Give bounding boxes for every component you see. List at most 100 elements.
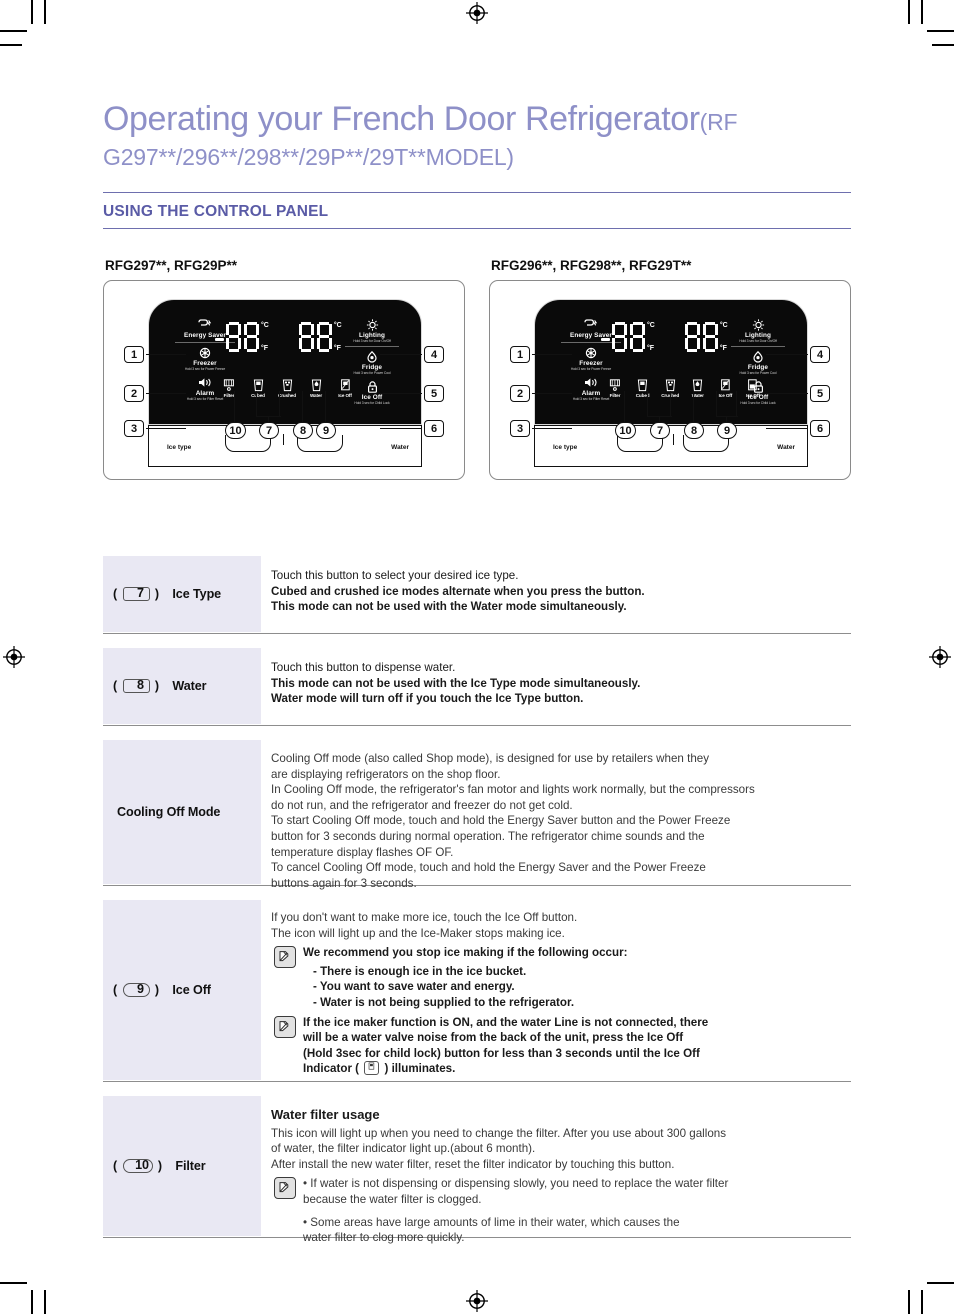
indicator-ice-off-2b: Ice Off xyxy=(741,378,765,399)
row-label-filter: ( 10 ) Filter xyxy=(103,1096,261,1236)
page-title-line1: Operating your French Door Refrigerator(… xyxy=(103,100,863,141)
row-body-water: Touch this button to dispense water. Thi… xyxy=(261,648,851,717)
note-block-2: If the ice maker function is ON, and the… xyxy=(271,1015,847,1077)
row-line-regular: Touch this xyxy=(271,569,327,582)
note-line: Indicator ( ) illuminates. xyxy=(303,1061,847,1077)
indicator-filter: Filter xyxy=(217,378,241,399)
indicator-icon-row-right: Filter Cubed Crushed xyxy=(603,378,765,399)
callout-6-2: 6 xyxy=(810,420,830,437)
ice-off-icon xyxy=(333,378,357,392)
note-pen-icon xyxy=(274,1177,296,1200)
page-content: Operating your French Door Refrigerator(… xyxy=(103,0,851,1314)
row-title: Cooling Off Mode xyxy=(117,805,221,819)
unit-fahrenheit: °F xyxy=(647,345,655,352)
cubed-ice-icon xyxy=(246,378,270,392)
leader-line-9b-2 xyxy=(736,391,738,417)
registration-mark-right xyxy=(929,646,951,668)
filter-icon xyxy=(603,378,627,392)
leader-line-10-2 xyxy=(624,391,626,426)
panel-box-left: Energy Saver Freezer Hold 3 sec for Powe… xyxy=(103,280,465,480)
fridge-sublabel: Hold 3 sec for Power Cool xyxy=(353,371,391,375)
leader-line-9 xyxy=(325,391,327,426)
indicator-water-2: Water xyxy=(686,378,710,399)
crop-mark-br-v xyxy=(921,1290,923,1314)
freezer-label-2: Freezer xyxy=(579,360,603,367)
registration-mark-left xyxy=(3,646,25,668)
fridge-sublabel-2: Hold 3 sec for Power Cool xyxy=(739,371,777,375)
callout-3-2: 3 xyxy=(510,420,530,437)
callout-7: 7 xyxy=(259,422,279,439)
leader-line-7a-2 xyxy=(647,391,649,417)
unit-fahrenheit: °F xyxy=(261,345,269,352)
leader-line-7b-2 xyxy=(670,391,672,417)
fridge-label: Fridge xyxy=(361,364,383,371)
callout-7-2: 7 xyxy=(650,422,670,439)
filter-heading: Water filter usage xyxy=(271,1107,380,1122)
title-divider xyxy=(103,192,851,193)
row-line-regular: Touch this xyxy=(271,661,327,674)
seven-segment-digit xyxy=(612,322,627,352)
table-row: ( 10 ) Filter Water filter usage This ic… xyxy=(103,1096,851,1244)
water-dispenser-label-2: Water xyxy=(777,444,795,451)
callout-1: 1 xyxy=(124,346,144,363)
panel-box-right: Energy Saver Freezer Hold 3 sec for Powe… xyxy=(489,280,851,480)
section-divider xyxy=(103,228,851,230)
note-pen-icon xyxy=(274,946,296,969)
callout-9: 9 xyxy=(316,422,336,439)
note-item: - You want to save water and energy. xyxy=(313,980,515,994)
unit-celsius: °C xyxy=(647,322,655,329)
callout-5-2: 5 xyxy=(810,385,830,402)
indicator-cubed-2: Cubed xyxy=(631,378,655,399)
seven-segment-digit xyxy=(702,322,718,352)
seven-segment-digit xyxy=(226,322,241,352)
freezer-digits xyxy=(226,322,259,352)
note-block-1: We recommend you stop ice making if the … xyxy=(271,945,847,1010)
crop-mark-bl-v xyxy=(31,1290,33,1314)
row-line: To cancel Cooling Off mode, touch and ho… xyxy=(271,861,706,875)
leader-line-9a-2 xyxy=(716,391,718,417)
lighting-sublabel-2: Hold 3 sec for Door On/Off xyxy=(739,339,777,343)
crop-mark-tl-h xyxy=(0,30,27,32)
row-line: Touch this button to dispense water. xyxy=(271,660,847,676)
row-body-filter: Water filter usage This icon will light … xyxy=(261,1096,851,1256)
crop-mark-tl-h2 xyxy=(0,44,22,46)
seven-segment-digit xyxy=(316,322,332,352)
note-line: If the ice maker function is ON, and the… xyxy=(303,1015,709,1029)
control-panel-table: ( 7 ) Ice Type Touch this button to sele… xyxy=(103,556,851,1244)
page-title-line2: G297**/296**/298**/29P**/29T**MODEL) xyxy=(103,144,514,170)
row-title: Water xyxy=(172,679,207,693)
crop-mark-bl-h xyxy=(0,1282,27,1284)
freezer-label: Freezer xyxy=(193,360,217,367)
note-bullet: • If water is not dispensing or dispensi… xyxy=(303,1177,729,1191)
note-pen-icon xyxy=(274,1015,296,1038)
minus-sign xyxy=(215,338,224,341)
crop-mark-tr-h2 xyxy=(932,44,954,46)
button-lighting[interactable]: Lighting Hold 3 sec for Door On/Off xyxy=(333,318,411,343)
table-row: ( 7 ) Ice Type Touch this button to sele… xyxy=(103,556,851,634)
table-row: ( 8 ) Water Touch this button to dispens… xyxy=(103,648,851,726)
leader-line-6-2 xyxy=(766,428,808,430)
note-body-3: • If water is not dispensing or dispensi… xyxy=(303,1176,847,1245)
pad-separator xyxy=(283,434,285,445)
callout-10: 10 xyxy=(225,422,246,439)
freezer-units: °C °F xyxy=(261,322,269,353)
row-line: Water mode will turn off if you touch th… xyxy=(271,692,584,706)
panel-diagram-rfg297: RFG297**, RFG29P** Energy Saver Freezer … xyxy=(103,258,465,480)
row-line: After install the new water filter, rese… xyxy=(271,1157,675,1171)
row-line-bold: button to dispense water. xyxy=(326,661,456,674)
water-indicator-label-2: Water xyxy=(691,393,704,398)
button-lighting-2[interactable]: Lighting Hold 3 sec for Door On/Off xyxy=(719,318,797,343)
page-title: Operating your French Door Refrigerator(… xyxy=(103,100,863,171)
crop-mark-tl-v2 xyxy=(44,0,46,24)
ice-off-indicator-label: Ice Off xyxy=(338,393,352,398)
crushed-ice-icon xyxy=(658,378,682,392)
row-line: buttons again for 3 seconds. xyxy=(271,876,417,890)
note-item: - Water is not being supplied to the ref… xyxy=(313,995,575,1009)
callout-2-2: 2 xyxy=(510,385,530,402)
row-title: Ice Off xyxy=(172,983,211,997)
ice-off-sublabel: Hold 3 sec for Child Lock xyxy=(354,401,390,405)
row-line: Cooling Off mode (also called Shop mode)… xyxy=(271,752,710,765)
ice-off-indicator-label-2b: Ice Off xyxy=(746,393,760,398)
crop-mark-br-h xyxy=(927,1282,954,1284)
ice-off-2-icon xyxy=(741,378,765,392)
